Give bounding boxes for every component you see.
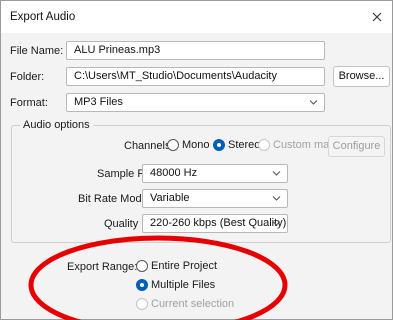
format-label: Format:	[10, 97, 48, 109]
radio-indicator	[213, 139, 225, 151]
audio-options-title: Audio options	[20, 119, 93, 131]
chevron-down-icon	[272, 221, 281, 226]
quality-value: 220-260 kbps (Best Quality)	[150, 217, 287, 229]
sample-rate-value: 48000 Hz	[150, 167, 198, 179]
bit-rate-mode-value: Variable	[150, 192, 190, 204]
radio-indicator	[167, 139, 179, 151]
chevron-down-icon	[309, 100, 318, 105]
export-range-label: Export Range:	[67, 261, 138, 273]
radio-indicator	[136, 260, 148, 272]
browse-button[interactable]: Browse...	[333, 66, 390, 87]
channels-stereo-radio[interactable]: Stereo	[213, 139, 260, 151]
radio-label: Stereo	[228, 139, 261, 151]
export-range-entire-project-radio[interactable]: Entire Project	[136, 260, 217, 272]
radio-indicator	[258, 139, 270, 151]
file-name-input[interactable]: ALU Prineas.mp3	[66, 41, 325, 60]
channels-mono-radio[interactable]: Mono	[167, 139, 210, 151]
close-button[interactable]	[362, 1, 392, 33]
radio-indicator	[136, 279, 148, 291]
radio-label: Mono	[182, 139, 210, 151]
close-icon	[372, 12, 382, 22]
quality-select[interactable]: 220-260 kbps (Best Quality)	[142, 214, 288, 233]
export-audio-dialog: Export Audio File Name: ALU Prineas.mp3 …	[0, 0, 393, 320]
sample-rate-select[interactable]: 48000 Hz	[142, 164, 288, 183]
quality-label: Quality	[104, 218, 139, 230]
folder-label: Folder:	[10, 71, 45, 83]
dialog-title: Export Audio	[10, 11, 76, 23]
format-value: MP3 Files	[74, 96, 123, 108]
bit-rate-mode-label: Bit Rate Mode	[78, 193, 148, 205]
radio-label: Entire Project	[151, 260, 218, 272]
chevron-down-icon	[272, 171, 281, 176]
title-bar: Export Audio	[1, 1, 392, 33]
configure-button[interactable]: Configure	[328, 136, 385, 157]
export-range-current-selection-radio[interactable]: Current selection	[136, 298, 234, 310]
channels-label: Channels	[124, 140, 171, 152]
radio-indicator	[136, 298, 148, 310]
chevron-down-icon	[272, 196, 281, 201]
radio-label: Current selection	[151, 298, 235, 310]
file-name-label: File Name:	[10, 45, 64, 57]
bit-rate-mode-select[interactable]: Variable	[142, 189, 288, 208]
folder-input[interactable]: C:\Users\MT_Studio\Documents\Audacity	[66, 67, 325, 86]
radio-label: Multiple Files	[151, 279, 216, 291]
format-select[interactable]: MP3 Files	[66, 93, 325, 112]
export-range-multiple-files-radio[interactable]: Multiple Files	[136, 279, 215, 291]
